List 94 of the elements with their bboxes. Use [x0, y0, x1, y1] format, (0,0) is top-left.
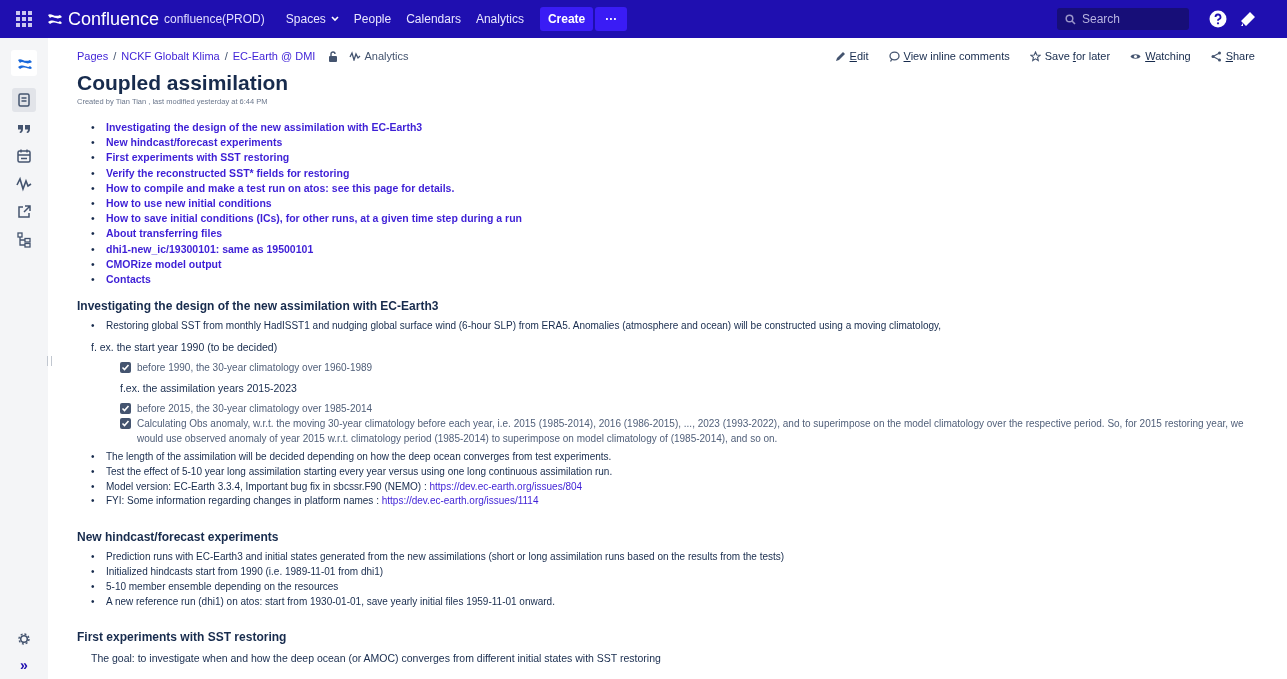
bullet: • — [90, 272, 96, 288]
search-icon — [1065, 14, 1076, 25]
create-button[interactable]: Create — [539, 7, 594, 31]
bullet-text: FYI: Some information regarding changes in platform names : https://dev.ec-earth.org/issues/1114 — [106, 494, 539, 509]
toc-link[interactable]: How to use new initial conditions — [106, 196, 272, 212]
product-logo-text[interactable]: Confluence — [68, 8, 160, 30]
bullet: • — [90, 565, 96, 579]
speech-bubble-icon — [888, 50, 900, 62]
toc-link[interactable]: New hindcast/forecast experiments — [106, 135, 283, 151]
bullet: • — [90, 241, 96, 257]
bullet-text: The length of the assimilation will be decided depending on how the deep ocean converges from test experiments. — [106, 450, 612, 465]
analytics-link[interactable]: Analytics — [349, 50, 409, 62]
paragraph: f. ex. the start year 1990 (to be decided) — [91, 340, 279, 355]
toc-link[interactable]: dhi1-new_ic/19300101: same as 19500101 — [106, 241, 314, 257]
activity-icon — [16, 176, 32, 192]
bullet: • — [90, 319, 96, 334]
sidebar-item[interactable] — [12, 88, 36, 112]
checkbox[interactable] — [120, 403, 131, 415]
bullet-text: Initialized hindcasts start from 1990 (i.e. 1989-11-01 from dhi1) — [106, 565, 384, 579]
bullet: • — [90, 550, 96, 565]
bullet-text: A new reference run (dhi1) on atos: start from 1930-01-01, save yearly initial files 1959-11-01 onward. — [106, 594, 555, 609]
nav-menu-item[interactable]: People — [346, 8, 399, 30]
paragraph: The goal: to investigate when and how the deep ocean (or AMOC) converges from different initial states with SST restoring — [91, 651, 662, 666]
bullet: • — [90, 594, 96, 609]
instance-name: confluence(PROD) — [164, 12, 265, 26]
paragraph: f.ex. the assimilation years 2015-2023 — [120, 381, 298, 396]
bullet-text: Model version: EC-Earth 3.3.4, Important bug fix in sbcssr.F90 (NEMO) : https://dev.ec-earth.org/issues/804 — [106, 479, 583, 494]
page-action-button[interactable]: Share — [1210, 50, 1255, 62]
breadcrumb-separator: / — [113, 50, 117, 62]
task-text: before 2015, the 30-year climatology over 1985-2014 — [137, 402, 374, 417]
app-grid-icon[interactable] — [15, 9, 34, 29]
pencil-icon — [834, 50, 846, 62]
breadcrumb-link[interactable]: EC-Earth @ DMI — [232, 50, 316, 62]
breadcrumb-link[interactable]: NCKF Globalt Klima — [121, 50, 220, 62]
link[interactable]: https://dev.ec-earth.org/issues/804 — [429, 480, 583, 492]
hierarchy-icon — [16, 232, 32, 248]
bullet-text: Test the effect of 5-10 year long assimilation starting every year versus using one long continuous assimilation run. — [106, 464, 613, 479]
external-link-icon — [16, 204, 32, 220]
search-field[interactable]: Search — [1057, 8, 1189, 30]
bullet: • — [90, 135, 96, 151]
link[interactable]: https://dev.ec-earth.org/issues/1114 — [381, 495, 539, 507]
unlocked-padlock-icon[interactable] — [328, 50, 339, 62]
resize-handle[interactable] — [47, 356, 52, 366]
bullet: • — [90, 150, 96, 166]
bullet: • — [90, 479, 96, 494]
bullet: • — [90, 165, 96, 181]
bullet-text: Prediction runs with EC-Earth3 and initial states generated from the new assimilations (short or long assimilation runs based on the results from the tests) — [106, 550, 785, 565]
calendar-icon — [16, 148, 32, 164]
bullet: • — [90, 494, 96, 509]
nav-menu-item[interactable]: Spaces — [278, 8, 346, 30]
page-action-button[interactable]: Save for later — [1029, 50, 1111, 62]
bullet: • — [90, 450, 96, 465]
activity-icon — [349, 51, 362, 61]
toc-link[interactable]: Verify the reconstructed SST* fields for restoring — [106, 165, 350, 181]
page-icon — [16, 92, 32, 108]
bullet: • — [90, 256, 96, 272]
gear-icon[interactable] — [18, 633, 30, 645]
bullet: • — [90, 120, 96, 135]
breadcrumb-link[interactable]: Pages — [77, 50, 109, 62]
toc-link[interactable]: About transferring files — [106, 226, 223, 242]
bullet-text: Restoring global SST from monthly HadISST1 and nudging global surface wind (6-hour SLP) from ERA5. Anomalies (atmosphere and ocean) will be constructed using a moving climatology, — [106, 319, 942, 334]
page-action-button[interactable]: View inline comments — [888, 50, 1010, 62]
section-heading: First experiments with SST restoring — [77, 629, 288, 646]
bullet-text: 5-10 member ensemble depending on the resources — [106, 579, 339, 594]
bullet: • — [90, 196, 96, 211]
checkbox[interactable] — [120, 418, 131, 430]
expand-sidebar-button[interactable]: » — [20, 657, 28, 673]
nav-menu-item[interactable]: Analytics — [468, 8, 531, 30]
more-button[interactable]: ··· — [595, 7, 628, 31]
nav-menu-item[interactable]: Calendars — [399, 8, 468, 30]
toc-link[interactable]: CMORize model output — [106, 256, 222, 273]
share-icon — [1210, 50, 1222, 62]
page-action-button[interactable]: Watching — [1130, 50, 1191, 62]
task-text: Calculating Obs anomaly, w.r.t. the moving 30-year climatology before each year, i.e. 2015 (1985-2014), 2016 (1986-2015), ..., 2023 (1993-2022), and to superimpose on the model climatology over the respective period. So, for 2015 restoring year, we would use observed anomaly of year 2015 w.r.t. climatology period (1985-2014) to superimpose on model climatology of (1985-2014), and so on. — [137, 417, 1245, 447]
toc-link[interactable]: Contacts — [106, 272, 151, 288]
bullet: • — [90, 579, 96, 594]
toc-link[interactable]: How to save initial conditions (ICs), for other runs, at a given time step during a run — [106, 211, 522, 227]
star-icon — [1029, 50, 1041, 62]
page-title: Coupled assimilation — [77, 70, 290, 96]
bullet: • — [90, 226, 96, 242]
toc-link[interactable]: How to compile and make a test run on atos: see this page for details. — [106, 180, 455, 196]
checkbox[interactable] — [120, 362, 131, 374]
section-heading: New hindcast/forecast experiments — [77, 529, 280, 546]
page-action-button[interactable]: Edit — [834, 50, 869, 62]
space-logo-button[interactable] — [11, 50, 37, 76]
toc-link[interactable]: Investigating the design of the new assimilation with EC-Earth3 — [106, 120, 423, 136]
bullet: • — [90, 180, 96, 196]
help-icon[interactable] — [1209, 10, 1227, 28]
bullet: • — [90, 464, 96, 479]
task-text: before 1990, the 30-year climatology over 1960-1989 — [137, 361, 374, 376]
breadcrumb-separator: / — [224, 50, 228, 62]
toc-link[interactable]: First experiments with SST restoring — [106, 150, 290, 166]
section-heading: Investigating the design of the new assimilation with EC-Earth3 — [77, 298, 440, 315]
bullet: • — [90, 211, 96, 227]
